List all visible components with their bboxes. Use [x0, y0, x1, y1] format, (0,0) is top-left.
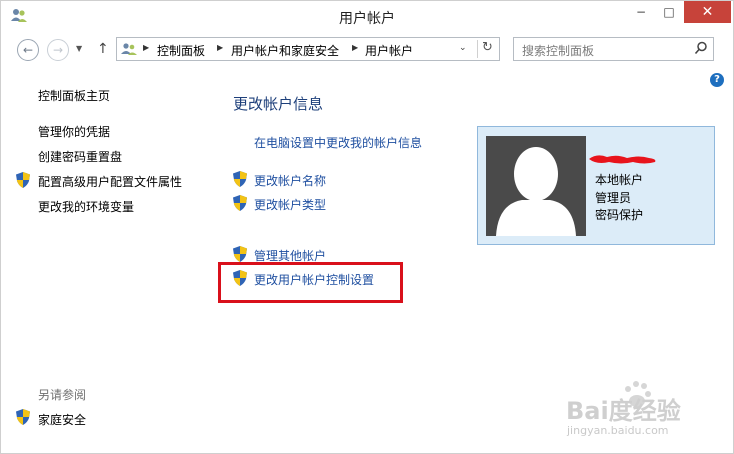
change-account-name-link[interactable]: 更改帐户名称 — [254, 172, 326, 189]
uac-shield-icon — [233, 171, 247, 187]
search-input[interactable]: 搜索控制面板 — [513, 37, 714, 61]
control-panel-icon — [121, 43, 137, 55]
family-safety-link[interactable]: 家庭安全 — [38, 411, 86, 428]
change-environment-variables-link[interactable]: 更改我的环境变量 — [38, 198, 134, 215]
account-card: 本地帐户 管理员 密码保护 — [477, 126, 715, 245]
back-button[interactable]: ← — [17, 39, 39, 61]
back-arrow-icon: ← — [22, 43, 34, 57]
forward-button[interactable]: → — [47, 39, 69, 61]
account-password-status: 密码保护 — [595, 208, 644, 222]
change-account-in-pc-settings-link[interactable]: 在电脑设置中更改我的帐户信息 — [254, 134, 422, 151]
uac-shield-icon — [16, 172, 30, 188]
navigation-bar: ← → ▼ ↑ ▶ 控制面板 ▶ 用户帐户和家庭安全 ▶ 用户帐户 ⌄ ↻ 搜索… — [1, 32, 733, 68]
manage-credentials-link[interactable]: 管理你的凭据 — [38, 123, 110, 140]
see-also-heading: 另请参阅 — [38, 388, 87, 402]
breadcrumb-separator[interactable]: ▶ — [143, 43, 149, 52]
breadcrumb-separator[interactable]: ▶ — [217, 43, 223, 52]
uac-shield-icon — [233, 246, 247, 262]
maximize-button[interactable]: □ — [655, 1, 683, 23]
account-type-local: 本地帐户 — [595, 173, 644, 187]
search-icon[interactable] — [694, 41, 708, 55]
window-title: 用户帐户 — [339, 11, 395, 27]
default-user-icon — [486, 136, 586, 236]
up-button[interactable]: ↑ — [97, 41, 109, 57]
title-bar[interactable]: 用户帐户 − □ ✕ — [1, 1, 733, 31]
create-password-reset-disk-link[interactable]: 创建密码重置盘 — [38, 148, 122, 165]
change-account-type-link[interactable]: 更改帐户类型 — [254, 196, 326, 213]
minimize-button[interactable]: − — [627, 1, 655, 23]
close-button[interactable]: ✕ — [684, 1, 731, 23]
watermark-logo-text: Bai度经验 — [566, 397, 681, 425]
breadcrumb-separator[interactable]: ▶ — [352, 43, 358, 52]
chevron-down-icon[interactable]: ⌄ — [459, 43, 467, 53]
redaction-mark — [589, 155, 656, 164]
recent-locations-dropdown[interactable]: ▼ — [76, 44, 82, 53]
page-title: 更改帐户信息 — [233, 95, 324, 113]
breadcrumb-user-accounts-family-safety[interactable]: 用户帐户和家庭安全 — [231, 42, 339, 59]
refresh-button[interactable]: ↻ — [482, 40, 493, 55]
control-panel-home-link[interactable]: 控制面板主页 — [38, 87, 110, 104]
user-accounts-window: 用户帐户 − □ ✕ ← → ▼ ↑ ▶ 控制面板 ▶ 用户帐户和家庭安全 ▶ … — [0, 0, 734, 454]
uac-shield-icon — [16, 409, 30, 425]
breadcrumb-control-panel[interactable]: 控制面板 — [157, 42, 205, 59]
address-bar[interactable]: ▶ 控制面板 ▶ 用户帐户和家庭安全 ▶ 用户帐户 ⌄ ↻ — [116, 37, 500, 61]
watermark-url: jingyan.baidu.com — [567, 424, 669, 437]
highlight-box — [218, 262, 403, 303]
configure-advanced-profile-link[interactable]: 配置高级用户配置文件属性 — [38, 173, 182, 190]
search-placeholder: 搜索控制面板 — [522, 44, 595, 58]
help-icon[interactable]: ? — [710, 73, 724, 87]
address-divider — [477, 40, 478, 58]
uac-shield-icon — [233, 195, 247, 211]
forward-arrow-icon: → — [52, 43, 64, 57]
avatar — [486, 136, 586, 236]
account-role: 管理员 — [595, 191, 632, 205]
breadcrumb-user-accounts[interactable]: 用户帐户 — [365, 42, 413, 59]
